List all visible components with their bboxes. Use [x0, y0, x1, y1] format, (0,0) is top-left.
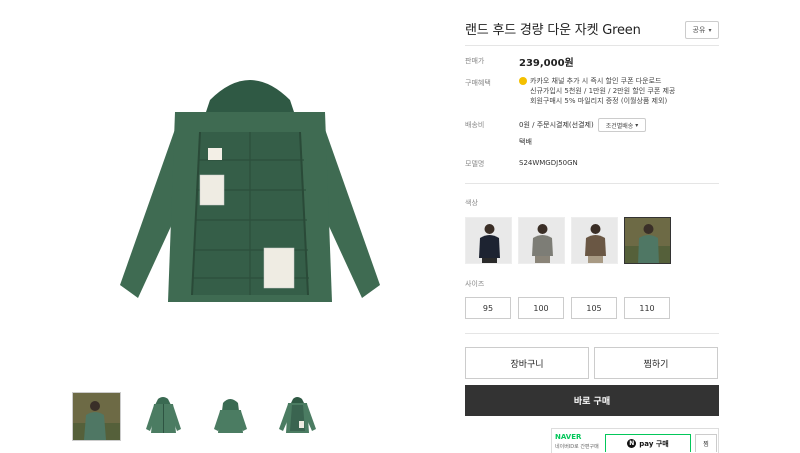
size-option-95[interactable]: 95: [465, 297, 511, 319]
size-option-105[interactable]: 105: [571, 297, 617, 319]
thumbnail-model[interactable]: [72, 392, 121, 441]
chevron-down-icon: ▾: [635, 121, 639, 129]
naver-logo: NAVER: [555, 433, 582, 441]
main-product-image: [60, 20, 440, 370]
color-label: 색상: [465, 199, 478, 207]
naver-subtext: 네이버ID로 간편구매: [555, 444, 599, 450]
thumbnail-strip: [72, 392, 321, 441]
benefit-label: 구매혜택: [465, 79, 491, 87]
naver-n-icon: N: [627, 439, 637, 448]
size-option-110[interactable]: 110: [624, 297, 670, 319]
divider: [465, 333, 719, 334]
shipping-value: 0원 / 주문시결제(선결제): [519, 121, 594, 129]
naver-pay-label: pay 구매: [639, 439, 669, 448]
kakao-icon: [519, 77, 527, 85]
thumbnail-back[interactable]: [207, 393, 254, 440]
thumbnail-front[interactable]: [140, 393, 187, 440]
benefit-line: 회원구매시 5% 마일리지 증정 (이월상품 제외): [530, 97, 668, 105]
benefit-line: 신규가입시 5천원 / 1만원 / 2만원 할인 쿠폰 제공: [530, 87, 676, 95]
price-label: 판매가: [465, 57, 485, 65]
model-label: 모델명: [465, 160, 485, 168]
thumbnail-open[interactable]: [274, 393, 321, 440]
benefit-line: 카카오 채널 추가 시 즉시 할인 쿠폰 다운로드: [530, 77, 662, 85]
product-title: 랜드 후드 경량 다운 자켓 Green: [465, 23, 641, 38]
color-swatch-list: [465, 217, 671, 264]
model-value: S24WMGDJ50GN: [519, 159, 578, 167]
size-option-100[interactable]: 100: [518, 297, 564, 319]
color-swatch-brown[interactable]: [571, 217, 618, 264]
divider: [465, 183, 719, 184]
price-value: 239,000원: [519, 58, 574, 69]
size-option-list: 95 100 105 110: [465, 297, 670, 319]
shipping-condition-label: 조건별배송: [605, 122, 634, 130]
shipping-label: 배송비: [465, 121, 485, 129]
naver-pay-box: NAVER 네이버ID로 간편구매 N pay 구매 찜: [551, 428, 719, 453]
wishlist-button[interactable]: 찜하기: [594, 347, 718, 379]
naver-pay-button[interactable]: N pay 구매: [605, 434, 691, 452]
share-button[interactable]: 공유 ▾: [685, 21, 719, 39]
size-label: 사이즈: [465, 280, 485, 288]
shipping-condition-button[interactable]: 조건별배송 ▾: [598, 118, 646, 132]
color-swatch-gray[interactable]: [518, 217, 565, 264]
color-swatch-navy[interactable]: [465, 217, 512, 264]
naver-zzim-button[interactable]: 찜: [695, 434, 717, 452]
add-to-cart-button[interactable]: 장바구니: [465, 347, 589, 379]
chevron-down-icon: ▾: [708, 26, 712, 34]
color-swatch-green[interactable]: [624, 217, 671, 264]
buy-now-button[interactable]: 바로 구매: [465, 385, 719, 416]
share-label: 공유: [692, 26, 706, 34]
divider: [465, 45, 719, 46]
benefit-list: 카카오 채널 추가 시 즉시 할인 쿠폰 다운로드 신규가입시 5천원 / 1만…: [530, 76, 675, 106]
shipping-method: 택배: [519, 138, 532, 146]
